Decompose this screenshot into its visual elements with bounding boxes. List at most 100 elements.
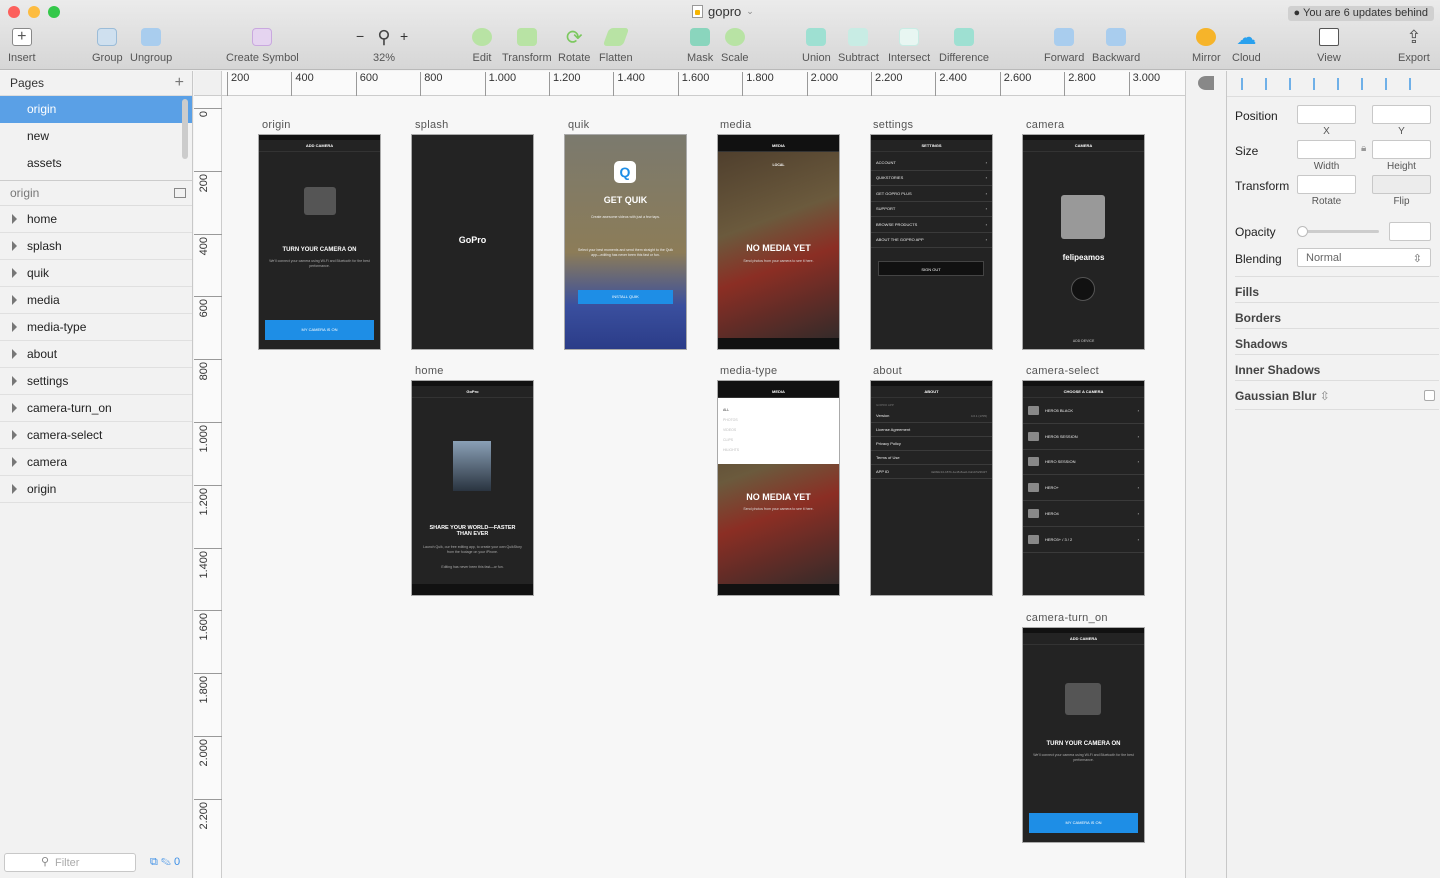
intersect-button[interactable]: Intersect <box>888 26 930 64</box>
align-bottom-icon[interactable] <box>1403 77 1417 90</box>
backward-button[interactable]: Backward <box>1092 26 1140 64</box>
opacity-slider-knob[interactable] <box>1297 226 1308 237</box>
add-page-button[interactable]: + <box>175 74 184 92</box>
layer-count-badge[interactable]: ⧉ ✎ 0 <box>150 856 180 869</box>
disclosure-triangle-icon[interactable] <box>12 376 17 386</box>
artboard-label-camera-turn-on[interactable]: camera-turn_on <box>1026 612 1108 624</box>
artboard-label-media[interactable]: media <box>720 119 751 131</box>
edit-button[interactable]: Edit <box>470 26 494 64</box>
disclosure-triangle-icon[interactable] <box>12 430 17 440</box>
artboard-camera-turn-on[interactable]: ADD CAMERA TURN YOUR CAMERA ON We'll con… <box>1023 628 1144 842</box>
layer-item[interactable]: media <box>0 287 192 314</box>
layer-item[interactable]: about <box>0 341 192 368</box>
layer-item[interactable]: quik <box>0 260 192 287</box>
layer-item[interactable]: origin <box>0 476 192 503</box>
artboard-label-about[interactable]: about <box>873 365 902 377</box>
zoom-control[interactable]: ⚲ 32% <box>372 26 396 65</box>
window-title[interactable]: gopro ⌄ <box>692 4 754 19</box>
align-right-icon[interactable] <box>1331 77 1345 90</box>
lock-icon[interactable]: 🔒︎ <box>1361 143 1366 154</box>
artboard-label-quik[interactable]: quik <box>568 119 589 131</box>
group-button[interactable]: Group <box>92 26 123 64</box>
difference-button[interactable]: Difference <box>939 26 989 64</box>
artboard-media[interactable]: MEDIA LOCAL NO MEDIA YET Send photos fro… <box>718 135 839 349</box>
artboard-settings[interactable]: SETTINGS ACCOUNT › QUIKSTORIES › GET GOPRO P… <box>871 135 992 349</box>
layer-item[interactable]: media-type <box>0 314 192 341</box>
artboard-label-origin[interactable]: origin <box>262 119 291 131</box>
artboard-origin[interactable]: ADD CAMERA TURN YOUR CAMERA ON We'll con… <box>259 135 380 349</box>
artboard-camera-select[interactable]: CHOOSE A CAMERA HERO5 BLACK › HERO5 SESSIO… <box>1023 381 1144 595</box>
horizontal-ruler[interactable]: 200 400 600 800 1.000 1.200 1.400 1.600 1.800 2.0… <box>222 71 1185 96</box>
export-button[interactable]: ⇪ Export <box>1398 26 1430 65</box>
shadows-section[interactable]: Shadows <box>1235 328 1439 351</box>
view-button[interactable]: View <box>1317 26 1341 64</box>
page-item-origin[interactable]: origin <box>0 96 192 123</box>
borders-section[interactable]: Borders <box>1235 302 1439 325</box>
align-center-icon[interactable] <box>1307 77 1321 90</box>
gaussian-blur-section[interactable]: Gaussian Blur ⇳ <box>1235 380 1439 410</box>
mask-button[interactable]: Mask <box>687 26 713 64</box>
align-left-icon[interactable] <box>1283 77 1297 90</box>
distribute-vertical-icon[interactable] <box>1259 77 1273 90</box>
disclosure-triangle-icon[interactable] <box>12 484 17 494</box>
update-badge[interactable]: ● You are 6 updates behind <box>1287 6 1434 21</box>
disclosure-triangle-icon[interactable] <box>12 403 17 413</box>
layer-item[interactable]: settings <box>0 368 192 395</box>
blending-select[interactable]: Normal ⇳ <box>1297 248 1431 267</box>
artboard-home[interactable]: GoPro SHARE YOUR WORLD—FASTER THAN EVER … <box>412 381 533 595</box>
flatten-button[interactable]: Flatten <box>599 26 633 64</box>
artboard-label-settings[interactable]: settings <box>873 119 913 131</box>
distribute-horizontal-icon[interactable] <box>1235 77 1249 90</box>
artboard-label-media-type[interactable]: media-type <box>720 365 777 377</box>
pages-scrollbar[interactable] <box>182 99 188 159</box>
filter-input[interactable]: ⚲ Filter <box>4 853 136 872</box>
disclosure-triangle-icon[interactable] <box>12 268 17 278</box>
artboard-label-camera[interactable]: camera <box>1026 119 1064 131</box>
union-button[interactable]: Union <box>802 26 831 64</box>
fills-section[interactable]: Fills <box>1235 276 1439 299</box>
page-item-new[interactable]: new <box>0 123 192 150</box>
artboard-camera[interactable]: CAMERA felipeamos ADD DEVICE <box>1023 135 1144 349</box>
transform-button[interactable]: Transform <box>502 26 552 64</box>
zoom-in-button[interactable]: + <box>400 28 408 44</box>
opacity-slider[interactable] <box>1297 226 1379 237</box>
width-field[interactable] <box>1297 140 1356 159</box>
gaussian-blur-checkbox[interactable] <box>1424 390 1435 401</box>
rotate-button[interactable]: ⟳ Rotate <box>558 26 590 65</box>
layer-item[interactable]: camera <box>0 449 192 476</box>
canvas[interactable]: 200 400 600 800 1.000 1.200 1.400 1.600 1.800 2.0… <box>194 71 1185 878</box>
inner-shadows-section[interactable]: Inner Shadows <box>1235 354 1439 377</box>
height-field[interactable] <box>1372 140 1431 159</box>
position-x-field[interactable] <box>1297 105 1356 124</box>
disclosure-triangle-icon[interactable] <box>12 457 17 467</box>
artboard-label-camera-select[interactable]: camera-select <box>1026 365 1099 377</box>
flip-buttons[interactable] <box>1372 175 1431 194</box>
artboard-media-type[interactable]: MEDIA ALL PHOTOS VIDEOS CLIPS HILIGHTS NO ME… <box>718 381 839 595</box>
forward-button[interactable]: Forward <box>1044 26 1084 64</box>
artboard-splash[interactable]: GoPro <box>412 135 533 349</box>
layer-item[interactable]: splash <box>0 233 192 260</box>
ungroup-button[interactable]: Ungroup <box>130 26 172 64</box>
minimize-window-button[interactable] <box>28 6 40 18</box>
align-top-icon[interactable] <box>1355 77 1369 90</box>
disclosure-triangle-icon[interactable] <box>12 295 17 305</box>
artboard-about[interactable]: ABOUT GOPRO APP Version 4.0.1 (1705) Licen… <box>871 381 992 595</box>
rotate-field[interactable] <box>1297 175 1356 194</box>
opacity-field[interactable] <box>1389 222 1431 241</box>
disclosure-triangle-icon[interactable] <box>12 214 17 224</box>
disclosure-triangle-icon[interactable] <box>12 241 17 251</box>
split-view-icon[interactable] <box>1198 76 1214 90</box>
artboard-quik[interactable]: Q GET QUIK Create awesome videos with ju… <box>565 135 686 349</box>
layer-item[interactable]: home <box>0 206 192 233</box>
cloud-button[interactable]: ☁ Cloud <box>1232 26 1261 65</box>
disclosure-triangle-icon[interactable] <box>12 322 17 332</box>
page-item-assets[interactable]: assets <box>0 150 192 177</box>
zoom-out-button[interactable]: − <box>356 28 364 44</box>
layer-item[interactable]: camera-turn_on <box>0 395 192 422</box>
subtract-button[interactable]: Subtract <box>838 26 879 64</box>
artboard-label-home[interactable]: home <box>415 365 444 377</box>
position-y-field[interactable] <box>1372 105 1431 124</box>
create-symbol-button[interactable]: Create Symbol <box>226 26 299 64</box>
collapse-icon[interactable] <box>174 188 186 198</box>
mirror-button[interactable]: Mirror <box>1192 26 1221 64</box>
